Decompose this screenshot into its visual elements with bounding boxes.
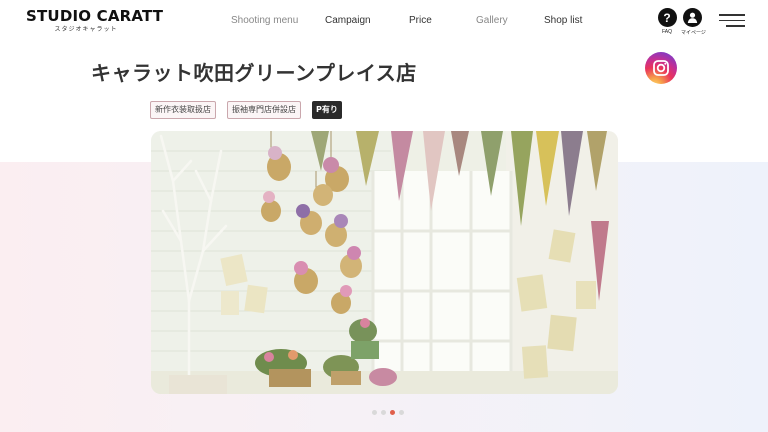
- tag-parking: P有り: [312, 101, 342, 119]
- nav-item-gallery[interactable]: Gallery: [476, 14, 508, 28]
- nav-item-shop-list[interactable]: Shop list: [544, 14, 582, 28]
- faq-label: FAQ: [661, 29, 672, 35]
- faq-button[interactable]: ? FAQ: [656, 8, 678, 35]
- hamburger-menu-icon[interactable]: [719, 14, 745, 28]
- carousel-dot-4[interactable]: [399, 410, 404, 415]
- tag-new-costumes: 新作衣装取扱店: [150, 101, 216, 119]
- tag-furisode-store: 振袖専門店併設店: [227, 101, 301, 119]
- carousel-dot-2[interactable]: [381, 410, 386, 415]
- mypage-person-icon: [682, 8, 702, 27]
- nav-item-price[interactable]: Price: [409, 14, 432, 28]
- studio-photo: [151, 131, 618, 394]
- page-title: キャラット吹田グリーンプレイス店: [91, 61, 417, 85]
- carousel-dot-3[interactable]: [390, 410, 395, 415]
- faq-question-icon: ?: [657, 8, 677, 27]
- mypage-button[interactable]: マイページ: [681, 8, 706, 36]
- site-header: STUDIO CARATT スタジオキャラット Shooting menu Ca…: [0, 0, 768, 42]
- hero-carousel-image[interactable]: [151, 131, 618, 394]
- mypage-label: マイページ: [681, 30, 706, 36]
- main-nav: Shooting menu Campaign Price Gallery Sho…: [0, 14, 768, 30]
- carousel-dot-1[interactable]: [372, 410, 377, 415]
- nav-item-shooting-menu[interactable]: Shooting menu: [231, 14, 298, 28]
- instagram-icon[interactable]: [645, 52, 677, 84]
- nav-item-campaign[interactable]: Campaign: [325, 14, 371, 28]
